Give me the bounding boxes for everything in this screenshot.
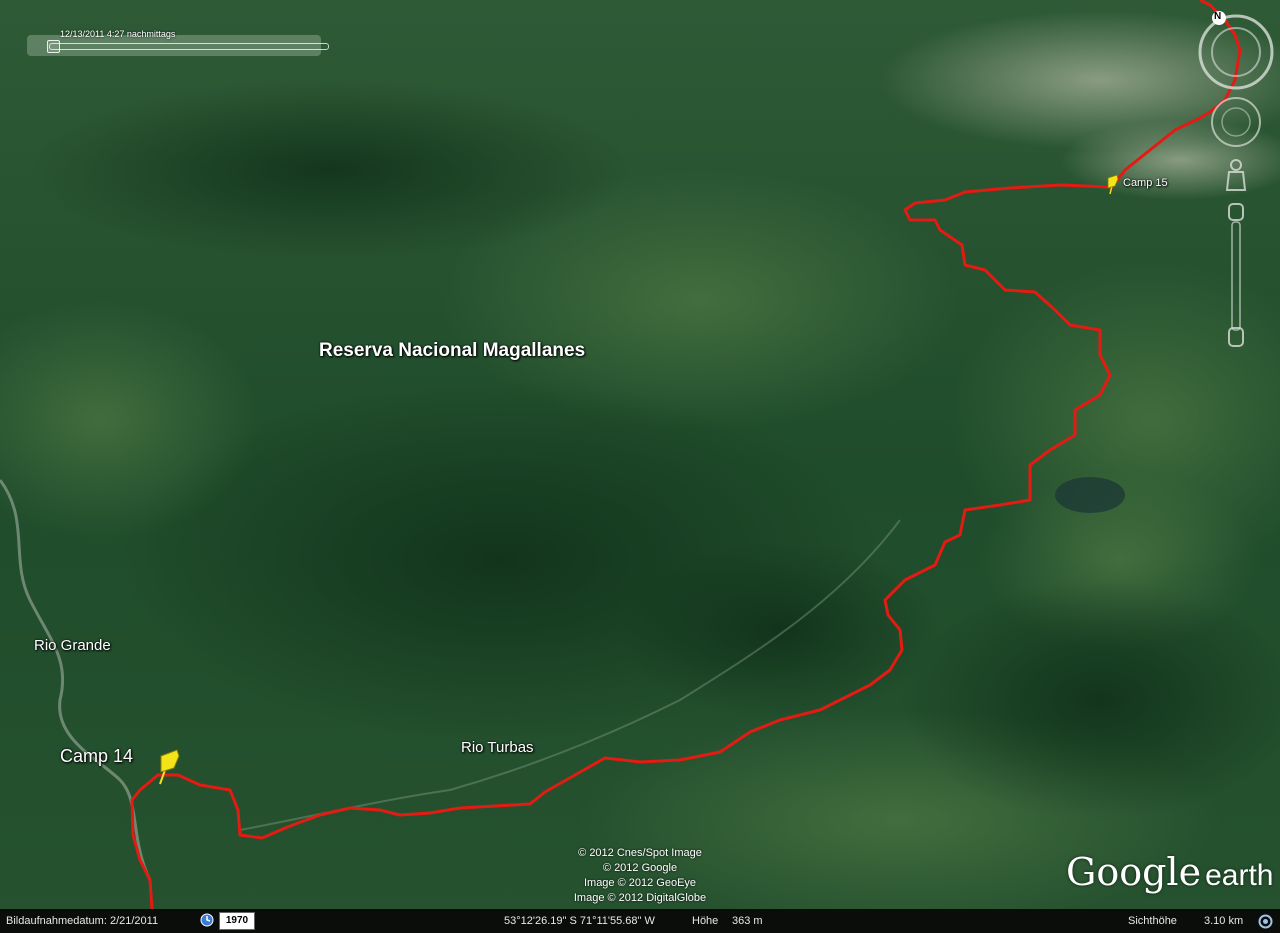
eye-altitude-value: 3.10 km bbox=[1204, 915, 1244, 927]
attribution-line: © 2012 Cnes/Spot Image bbox=[578, 847, 702, 859]
elevation-label: Höhe bbox=[692, 915, 719, 927]
google-earth-logo: Google earth bbox=[1066, 850, 1273, 894]
camp-14-label[interactable]: Camp 14 bbox=[60, 746, 133, 767]
rio-turbas-label: Rio Turbas bbox=[461, 739, 534, 756]
satellite-map[interactable] bbox=[0, 0, 1280, 933]
rio-grande-label: Rio Grande bbox=[34, 637, 111, 654]
elevation-value: 363 m bbox=[732, 915, 763, 927]
imagery-date: Bildaufnahmedatum: 2/21/2011 bbox=[6, 915, 159, 927]
streaming-progress-icon bbox=[1258, 914, 1273, 932]
attribution-line: © 2012 Google bbox=[602, 862, 678, 874]
time-slider-track[interactable] bbox=[49, 43, 329, 50]
imagery-attribution: © 2012 Cnes/Spot Image © 2012 Google Ima… bbox=[520, 846, 760, 906]
attribution-line: Image © 2012 DigitalGlobe bbox=[573, 892, 707, 904]
time-slider-date: 12/13/2011 4:27 nachmittags bbox=[60, 29, 176, 39]
time-slider[interactable]: 12/13/2011 4:27 nachmittags bbox=[27, 29, 329, 56]
camp-15-label[interactable]: Camp 15 bbox=[1123, 177, 1168, 189]
logo-product: earth bbox=[1205, 859, 1274, 892]
historical-imagery-year[interactable]: 1970 bbox=[219, 912, 255, 930]
status-bar: Bildaufnahmedatum: 2/21/2011 53°12'26.19… bbox=[0, 909, 1280, 933]
coordinates-readout: 53°12'26.19" S 71°11'55.68" W bbox=[504, 915, 655, 927]
logo-brand: Google bbox=[1066, 850, 1202, 894]
eye-altitude-label: Sichthöhe bbox=[1128, 915, 1177, 927]
historical-imagery-clock-icon[interactable] bbox=[200, 913, 214, 930]
compass-north-label: N bbox=[1214, 11, 1222, 22]
time-slider-handle[interactable] bbox=[47, 40, 60, 53]
region-label: Reserva Nacional Magallanes bbox=[319, 340, 586, 361]
attribution-line: Image © 2012 GeoEye bbox=[583, 877, 697, 889]
